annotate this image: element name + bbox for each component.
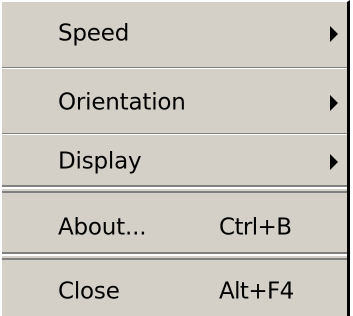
submenu-arrow-icon bbox=[330, 154, 338, 170]
menu-item-display-label: Display bbox=[58, 148, 142, 175]
menu-separator bbox=[2, 133, 347, 135]
menu-item-speed[interactable]: Speed bbox=[2, 10, 347, 58]
menu-item-display[interactable]: Display bbox=[2, 138, 347, 186]
menu-item-close-label: Close bbox=[58, 278, 120, 305]
menu-item-orientation[interactable]: Orientation bbox=[2, 79, 347, 127]
submenu-arrow-icon bbox=[330, 95, 338, 111]
menu-item-about-shortcut: Ctrl+B bbox=[219, 214, 292, 241]
menu-item-speed-label: Speed bbox=[58, 20, 130, 47]
submenu-arrow-icon bbox=[330, 26, 338, 42]
menu-separator bbox=[2, 67, 347, 69]
menu-group-separator bbox=[2, 252, 347, 260]
menu-item-about[interactable]: About... Ctrl+B bbox=[2, 204, 347, 252]
context-menu: Speed Orientation Display About... Ctrl+… bbox=[0, 0, 350, 316]
menu-group-separator bbox=[2, 185, 347, 193]
menu-item-close[interactable]: Close Alt+F4 bbox=[2, 268, 347, 316]
menu-item-about-label: About... bbox=[58, 214, 147, 241]
menu-item-orientation-label: Orientation bbox=[58, 89, 186, 116]
menu-item-close-shortcut: Alt+F4 bbox=[219, 278, 294, 305]
